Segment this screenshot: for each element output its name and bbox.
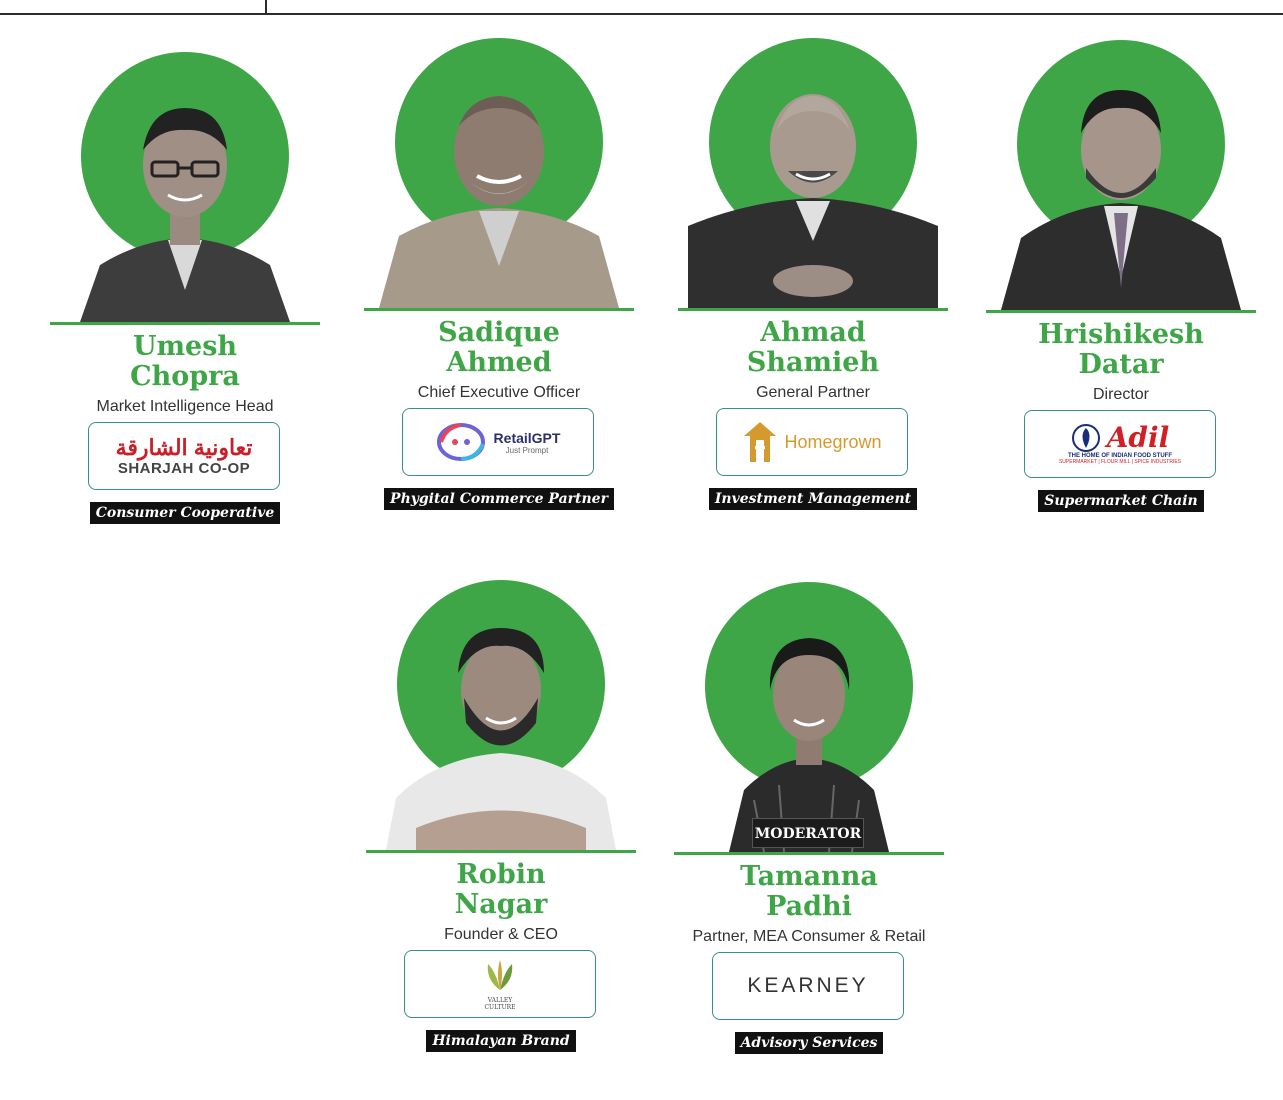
retailgpt-logo-icon [436, 423, 485, 461]
homegrown-logo-icon [744, 422, 777, 462]
company-logo: KEARNEY [712, 952, 904, 1020]
speaker-role: General Partner [756, 384, 870, 401]
logo-text-arabic: تعاونية الشارقة [115, 434, 253, 460]
company-tag: Consumer Cooperative [50, 502, 320, 524]
company-tag: Investment Management [678, 488, 948, 510]
company-logo: Homegrown [716, 408, 908, 476]
logo-subtext: Just Prompt [505, 445, 549, 455]
card-baseline [678, 308, 948, 311]
speaker-card-umesh-chopra: Umesh Chopra Market Intelligence Head تع… [50, 52, 320, 552]
speaker-card-robin-nagar: Robin Nagar Founder & CEO VALLEY CULTURE… [366, 580, 636, 1080]
speaker-role: Market Intelligence Head [96, 398, 274, 415]
company-tag: Supermarket Chain [986, 490, 1256, 512]
speaker-name: Ahmad Shamieh [746, 317, 880, 378]
card-baseline [50, 322, 320, 325]
card-baseline [986, 310, 1256, 313]
speaker-card-hrishikesh-datar: Hrishikesh Datar Director Adil THE HOME … [986, 40, 1256, 540]
moderator-badge: MODERATOR [752, 818, 864, 848]
card-baseline [674, 852, 944, 855]
speaker-name: Sadique Ahmed [438, 317, 560, 378]
top-divider [0, 13, 1283, 15]
logo-text: Homegrown [784, 431, 882, 452]
top-divider-tick [265, 0, 267, 14]
logo-text: KEARNEY [747, 974, 869, 997]
speaker-role: Director [1092, 386, 1149, 403]
speaker-name: Umesh Chopra [130, 331, 240, 392]
company-logo: Adil THE HOME OF INDIAN FOOD STUFF SUPER… [1024, 410, 1216, 478]
company-logo: تعاونية الشارقة SHARJAH CO-OP [88, 422, 280, 490]
company-tag: Himalayan Brand [366, 1030, 636, 1052]
speaker-role: Founder & CEO [444, 926, 558, 943]
company-logo: RetailGPT Just Prompt [402, 408, 594, 476]
logo-text: RetailGPT [493, 429, 561, 446]
logo-text: VALLEY [487, 996, 513, 1004]
logo-text-english: SHARJAH CO-OP [117, 459, 251, 477]
logo-text: Adil [1106, 421, 1170, 454]
speaker-role: Partner, MEA Consumer & Retail [692, 928, 926, 945]
speaker-name: Robin Nagar [454, 859, 548, 920]
speaker-name: Hrishikesh Datar [1038, 319, 1204, 380]
logo-subtext: CULTURE [484, 1003, 516, 1011]
logo-subtext-2: SUPERMARKET | FLOUR MILL | SPICE INDUSTR… [1058, 459, 1182, 465]
speaker-role: Chief Executive Officer [417, 384, 581, 401]
adil-emblem-icon [1071, 424, 1100, 452]
card-baseline [366, 850, 636, 853]
company-tag: Phygital Commerce Partner [364, 488, 634, 510]
speaker-photo [996, 78, 1246, 310]
company-logo: VALLEY CULTURE [404, 950, 596, 1018]
card-baseline [364, 308, 634, 311]
speaker-card-ahmad-shamieh: Ahmad Shamieh General Partner Homegrown … [678, 38, 948, 538]
speaker-card-sadique-ahmed: Sadique Ahmed Chief Executive Officer Re… [364, 38, 634, 538]
speaker-card-tamanna-padhi: MODERATOR Tamanna Padhi Partner, MEA Con… [674, 582, 944, 1082]
speaker-photo [688, 76, 938, 308]
company-tag: Advisory Services [674, 1032, 944, 1054]
speaker-photo [376, 618, 626, 850]
speaker-photo [374, 76, 624, 308]
speaker-photo [60, 90, 310, 322]
valley-culture-logo-icon [487, 959, 513, 990]
speaker-name: Tamanna Padhi [740, 861, 878, 922]
